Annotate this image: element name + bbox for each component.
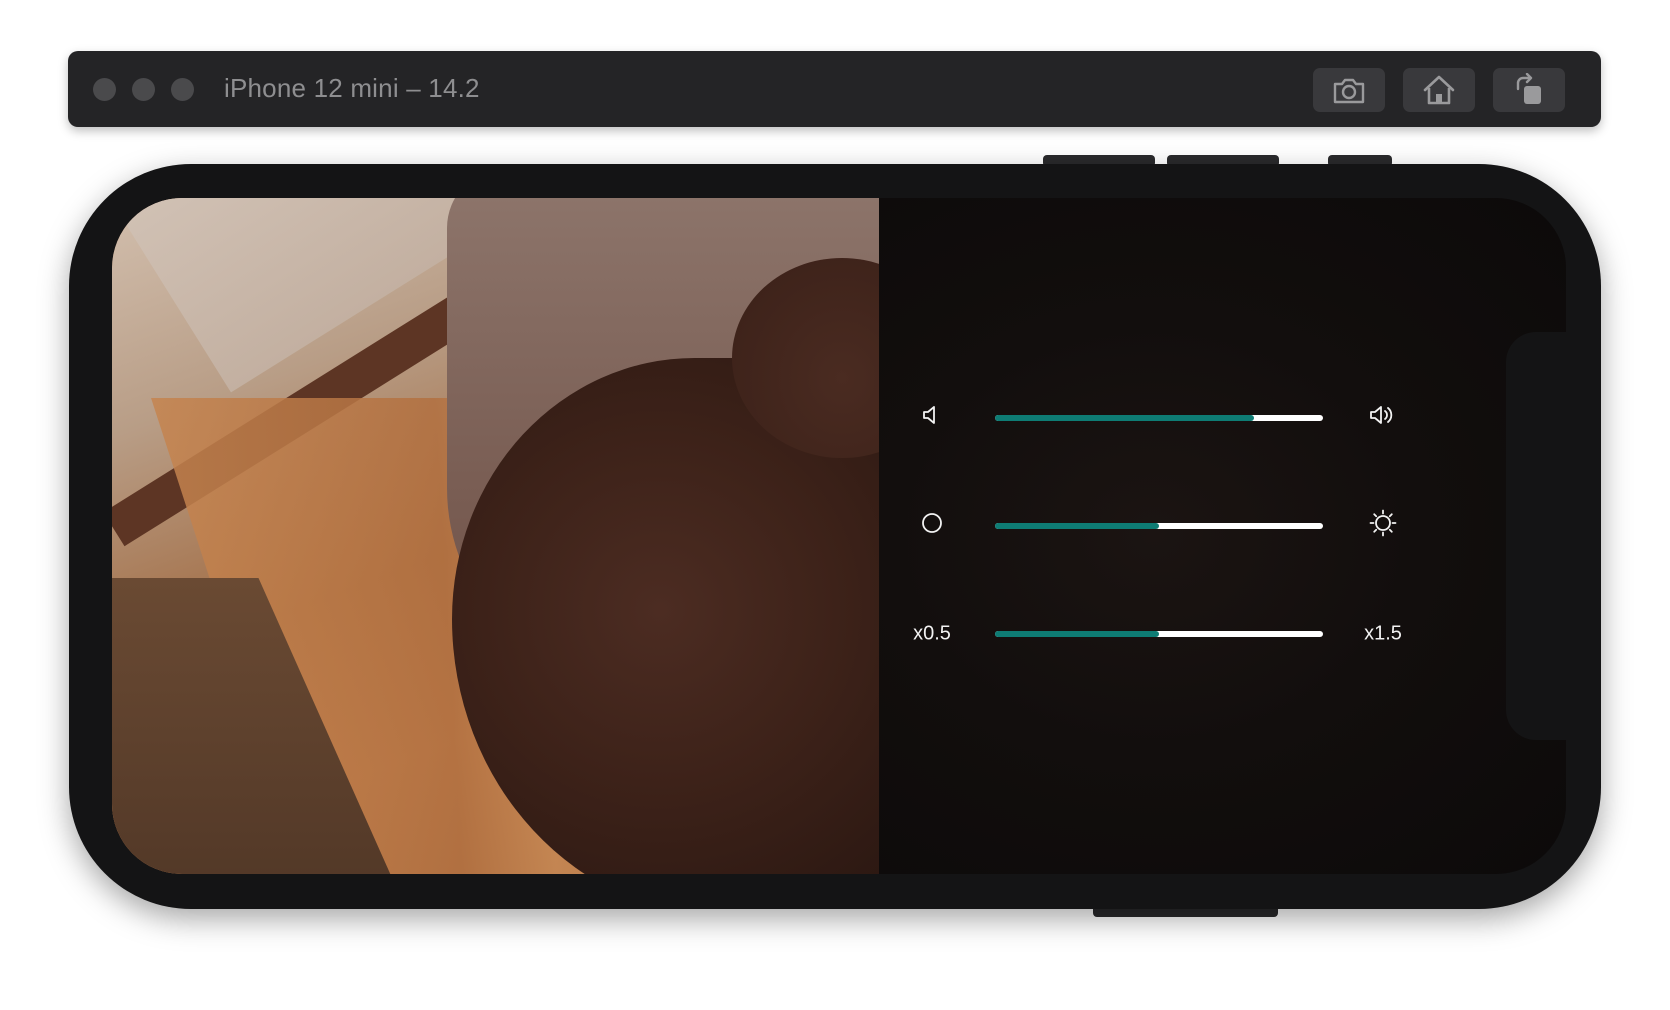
volume-slider-fill [995,415,1255,421]
brightness-slider[interactable] [995,523,1323,529]
speaker-low-icon[interactable] [922,404,942,432]
close-window-button[interactable] [93,78,116,101]
device-screen: x0.5 x1.5 [112,198,1566,874]
camera-icon [1333,78,1365,104]
simulator-titlebar: iPhone 12 mini – 14.2 [68,51,1601,127]
player-controls-panel: x0.5 x1.5 [879,198,1566,874]
volume-control [879,388,1566,448]
speed-slider-fill [995,631,1159,637]
video-frame[interactable] [112,198,879,874]
rotate-button[interactable] [1493,68,1565,112]
speaker-high-icon[interactable] [1369,403,1397,433]
rotate-icon [1516,73,1541,104]
minimize-window-button[interactable] [132,78,155,101]
speed-max-label[interactable]: x1.5 [1364,623,1402,646]
brightness-slider-fill [995,523,1159,529]
volume-slider[interactable] [995,415,1323,421]
simulator-title: iPhone 12 mini – 14.2 [224,73,480,103]
camera-notch [1506,332,1566,740]
home-button[interactable] [1403,68,1475,112]
sun-icon[interactable] [1369,509,1397,543]
speed-min-label[interactable]: x0.5 [913,623,951,646]
brightness-control [879,496,1566,556]
home-icon [1423,75,1455,105]
circle-icon[interactable] [921,512,943,540]
zoom-window-button[interactable] [171,78,194,101]
screenshot-button[interactable] [1313,68,1385,112]
iphone-device: x0.5 x1.5 [69,164,1601,909]
speed-control: x0.5 x1.5 [879,604,1566,664]
speed-slider[interactable] [995,631,1323,637]
